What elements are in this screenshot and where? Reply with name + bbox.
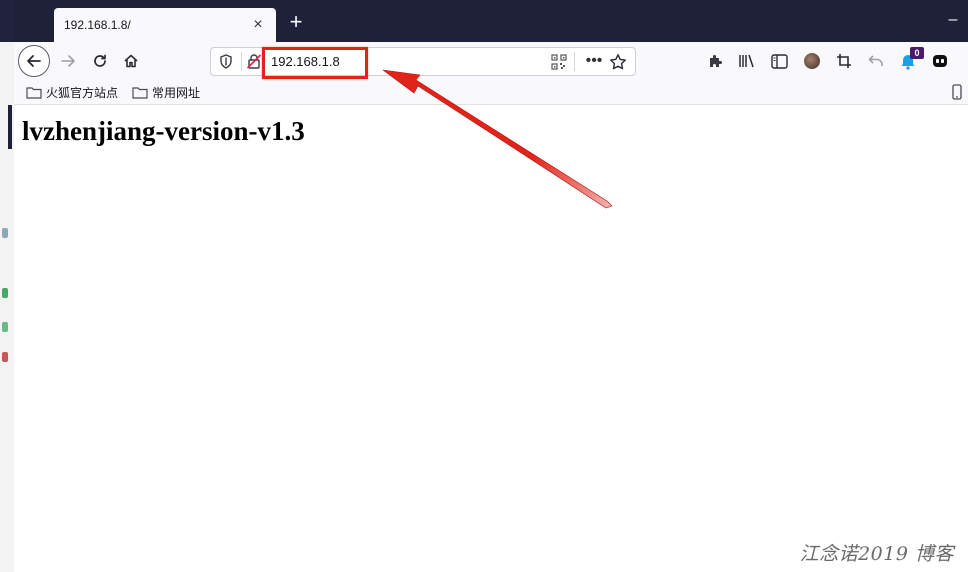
background-window-icon	[2, 352, 8, 362]
avatar-icon[interactable]	[804, 53, 820, 69]
minimize-button[interactable]: –	[944, 10, 962, 30]
navigation-toolbar: 192.168.1.8 •••	[14, 42, 968, 80]
mobile-bookmarks-icon[interactable]	[952, 84, 962, 100]
undo-icon[interactable]	[867, 52, 885, 70]
tab-strip: 192.168.1.8/ × + –	[14, 0, 968, 42]
reload-icon	[94, 54, 106, 67]
ghost-icon[interactable]	[931, 52, 949, 70]
background-window-sliver	[0, 0, 15, 572]
star-icon[interactable]	[609, 53, 627, 71]
reload-button[interactable]	[86, 47, 114, 75]
tab-close-button[interactable]: ×	[250, 17, 266, 33]
extensions-icon[interactable]	[706, 52, 724, 70]
home-button[interactable]	[117, 47, 145, 75]
notification-badge: 0	[910, 47, 924, 59]
tab-active[interactable]: 192.168.1.8/ ×	[54, 8, 276, 42]
insecure-lock-icon[interactable]	[246, 54, 262, 69]
back-arrow-icon	[27, 55, 41, 67]
bookmark-folder-firefox[interactable]: 火狐官方站点	[26, 84, 118, 100]
back-button[interactable]	[18, 45, 50, 77]
address-bar[interactable]: 192.168.1.8 •••	[210, 47, 636, 76]
url-text[interactable]: 192.168.1.8	[271, 54, 340, 69]
bookmark-label: 常用网址	[152, 85, 201, 100]
page-content: lvzhenjiang-version-v1.3	[14, 105, 968, 572]
qr-code-icon[interactable]	[551, 54, 567, 70]
bookmarks-toolbar: 火狐官方站点 常用网址	[14, 80, 968, 105]
forward-button[interactable]	[54, 47, 82, 75]
new-tab-button[interactable]: +	[284, 10, 308, 34]
divider	[241, 52, 242, 71]
bookmark-label: 火狐官方站点	[46, 85, 119, 100]
background-window-icon	[2, 288, 8, 298]
background-window-icon	[2, 228, 8, 238]
browser-window: 192.168.1.8/ × + – 192.168.1.8 ••• 0 火狐官…	[8, 0, 968, 572]
library-icon[interactable]	[738, 52, 756, 70]
sidebar-icon[interactable]	[770, 52, 788, 70]
forward-arrow-icon	[61, 55, 75, 67]
divider	[574, 52, 575, 71]
background-window-titlebar	[0, 0, 14, 42]
folder-icon	[132, 86, 148, 99]
bookmark-folder-common[interactable]: 常用网址	[132, 84, 200, 100]
home-icon	[124, 54, 138, 68]
page-edge-bar	[8, 105, 12, 149]
page-heading: lvzhenjiang-version-v1.3	[22, 116, 305, 146]
watermark: 江念诺2019 博客	[799, 543, 954, 565]
crop-icon[interactable]	[835, 52, 853, 70]
background-window-icon	[2, 322, 8, 332]
more-icon[interactable]: •••	[583, 51, 605, 71]
folder-icon	[26, 86, 42, 99]
shield-icon[interactable]	[219, 54, 233, 69]
tab-title: 192.168.1.8/	[64, 18, 131, 32]
